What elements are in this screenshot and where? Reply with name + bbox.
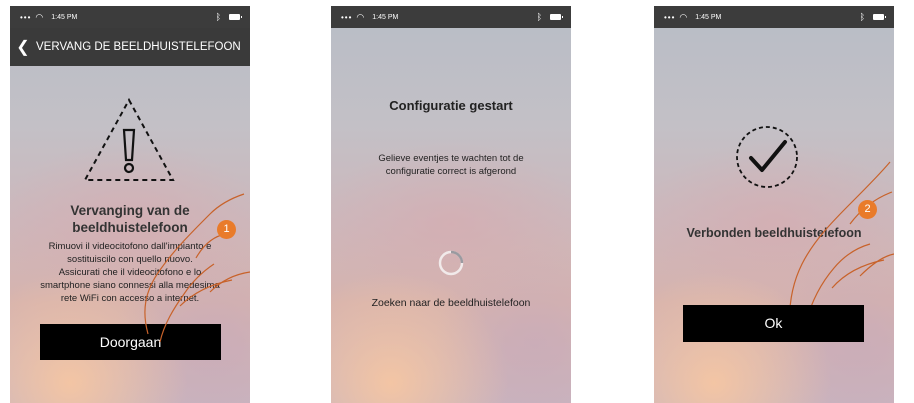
wifi-icon: ◠ bbox=[35, 11, 44, 22]
heading: Vervanging van de beeldhuistelefoon bbox=[10, 202, 250, 236]
description-line-1: Gelieve eventjes te wachten tot de bbox=[378, 153, 524, 164]
instructions-line-2: sostituiscilo con quello nuovo. bbox=[67, 254, 193, 265]
step-badge: 2 bbox=[858, 200, 877, 219]
continue-button[interactable]: Doorgaan bbox=[40, 324, 221, 360]
battery-icon bbox=[229, 14, 242, 20]
signal-icon: ••• bbox=[664, 12, 676, 22]
battery-icon bbox=[873, 14, 886, 20]
back-icon[interactable]: ❮ bbox=[10, 37, 36, 57]
battery-icon bbox=[550, 14, 563, 20]
step-badge: 1 bbox=[217, 220, 236, 239]
wifi-icon: ◠ bbox=[356, 11, 365, 22]
phone-screen-replace: ••• ◠ 1:45 PM ᛒ ❮ VERVANG DE BEELDHUISTE… bbox=[10, 6, 250, 403]
heading: Configuratie gestart bbox=[389, 98, 513, 113]
bluetooth-icon: ᛒ bbox=[536, 12, 542, 22]
phone-screen-connected: ••• ◠ 1:45 PM ᛒ Verbonden beeldhuistelef… bbox=[654, 6, 894, 403]
signal-icon: ••• bbox=[341, 12, 353, 22]
description: Gelieve eventjes te wachten tot de confi… bbox=[331, 152, 571, 178]
ok-button[interactable]: Ok bbox=[683, 305, 864, 342]
status-time: 1:45 PM bbox=[695, 13, 722, 21]
page-title: VERVANG DE BEELDHUISTELEFOON bbox=[36, 41, 241, 53]
background bbox=[331, 6, 571, 403]
instructions-line-3: Assicurati che il videocitofono e lo bbox=[58, 267, 202, 278]
bluetooth-icon: ᛒ bbox=[859, 12, 865, 22]
loading-spinner-icon bbox=[438, 250, 464, 276]
heading-line-2: beeldhuistelefoon bbox=[72, 220, 188, 235]
search-status: Zoeken naar de beeldhuistelefoon bbox=[371, 297, 531, 309]
instructions: Rimuovi il videocitofono dall'impianto e… bbox=[10, 240, 250, 305]
instructions-line-5: rete WiFi con accesso a internet. bbox=[60, 293, 200, 304]
warning-icon bbox=[83, 97, 175, 181]
phone-screen-config: ••• ◠ 1:45 PM ᛒ Configuratie gestart Gel… bbox=[331, 6, 571, 403]
heading: Verbonden beeldhuistelefoon bbox=[686, 226, 862, 240]
status-bar: ••• ◠ 1:45 PM ᛒ bbox=[10, 6, 250, 28]
wifi-icon: ◠ bbox=[679, 11, 688, 22]
description-line-2: configuratie correct is afgerond bbox=[385, 166, 517, 177]
instructions-line-4: smartphone siano connessi alla medesima bbox=[40, 280, 220, 291]
title-bar: ❮ VERVANG DE BEELDHUISTELEFOON bbox=[10, 28, 250, 66]
checkmark-icon bbox=[736, 126, 798, 188]
status-bar: ••• ◠ 1:45 PM ᛒ bbox=[654, 6, 894, 28]
status-time: 1:45 PM bbox=[372, 13, 399, 21]
signal-icon: ••• bbox=[20, 12, 32, 22]
bluetooth-icon: ᛒ bbox=[215, 12, 221, 22]
status-time: 1:45 PM bbox=[51, 13, 78, 21]
heading-line-1: Vervanging van de bbox=[70, 203, 190, 218]
status-bar: ••• ◠ 1:45 PM ᛒ bbox=[331, 6, 571, 28]
instructions-line-1: Rimuovi il videocitofono dall'impianto e bbox=[48, 241, 212, 252]
